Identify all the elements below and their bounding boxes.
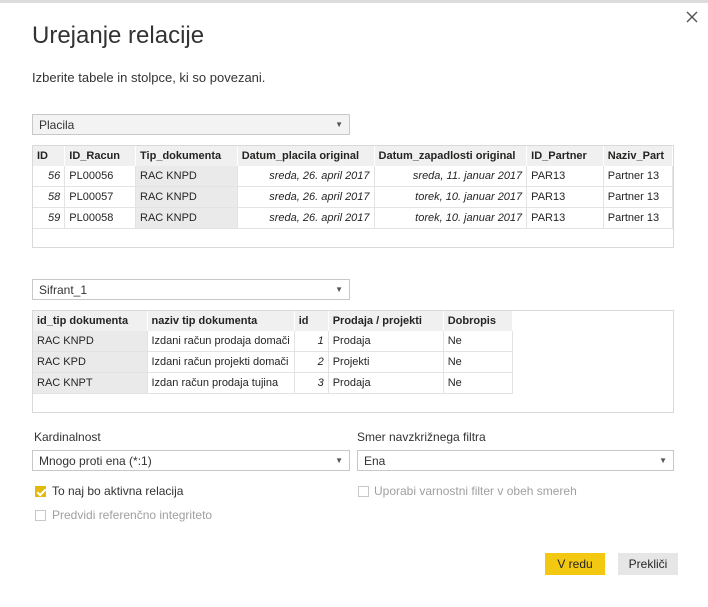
table-cell: RAC KNPD <box>135 186 238 208</box>
table-cell: PL00058 <box>64 207 137 229</box>
table-cell: Projekti <box>328 351 444 373</box>
table-cell: torek, 10. januar 2017 <box>374 207 528 229</box>
table-cell: sreda, 26. april 2017 <box>237 186 375 208</box>
table-cell: torek, 10. januar 2017 <box>374 186 528 208</box>
table-cell: sreda, 11. januar 2017 <box>374 166 528 187</box>
crossfilter-value: Ena <box>364 454 386 468</box>
column-header: Naziv_Part <box>603 146 673 166</box>
column-header: ID_Partner <box>526 146 604 166</box>
security-filter-checkbox[interactable] <box>358 486 369 497</box>
table-row: 58 PL00057 RAC KNPD sreda, 26. april 2017 to… <box>33 186 673 208</box>
table-cell: Ne <box>443 372 513 394</box>
active-relationship-checkbox[interactable] <box>35 486 46 497</box>
table-cell: Prodaja <box>328 331 444 352</box>
column-header: Datum_zapadlosti original <box>374 146 528 166</box>
ok-button[interactable]: V redu <box>545 553 605 575</box>
referential-integrity-checkbox[interactable] <box>35 510 46 521</box>
table-cell: PL00056 <box>64 166 137 187</box>
active-relationship-label[interactable]: To naj bo aktivna relacija <box>52 484 183 498</box>
table-cell: PAR13 <box>526 166 604 187</box>
cancel-button[interactable]: Prekliči <box>618 553 678 575</box>
cardinality-label: Kardinalnost <box>34 430 101 444</box>
table-cell: PL00057 <box>64 186 137 208</box>
column-header: naziv tip dokumenta <box>147 311 295 331</box>
column-header: id_tip dokumenta <box>33 311 148 331</box>
column-header: Dobropis <box>443 311 513 331</box>
column-header: ID_Racun <box>64 146 137 166</box>
table-cell: PAR13 <box>526 186 604 208</box>
table2-grid: id_tip dokumenta naziv tip dokumenta id Pro… <box>33 311 513 394</box>
table2-preview[interactable]: id_tip dokumenta naziv tip dokumenta id Pro… <box>32 310 674 413</box>
chevron-down-icon: ▼ <box>335 120 343 129</box>
table-cell: RAC KPD <box>33 351 148 373</box>
table-cell: 59 <box>33 207 66 229</box>
chevron-down-icon: ▼ <box>659 456 667 465</box>
column-header: Datum_placila original <box>237 146 375 166</box>
table-cell: PAR13 <box>526 207 604 229</box>
crossfilter-select[interactable]: Ena ▼ <box>357 450 674 471</box>
column-header: Tip_dokumenta <box>135 146 238 166</box>
table-cell: 56 <box>33 166 66 187</box>
table1-select[interactable]: Placila ▼ <box>32 114 350 135</box>
table-row: RAC KNPD Izdani račun prodaja domači 1 Prod… <box>33 331 513 352</box>
table1-grid: ID ID_Racun Tip_dokumenta Datum_placila ori… <box>33 146 673 229</box>
column-header: Prodaja / projekti <box>328 311 444 331</box>
table-cell: 58 <box>33 186 66 208</box>
table1-preview[interactable]: ID ID_Racun Tip_dokumenta Datum_placila ori… <box>32 145 674 248</box>
dialog-subtitle: Izberite tabele in stolpce, ki so poveza… <box>32 70 266 85</box>
table-cell: Izdani račun projekti domači <box>147 351 295 373</box>
crossfilter-label: Smer navzkrižnega filtra <box>357 430 486 444</box>
security-filter-label: Uporabi varnostni filter v obeh smereh <box>374 484 577 498</box>
cardinality-select[interactable]: Mnogo proti ena (*:1) ▼ <box>32 450 350 471</box>
table-cell: Izdan račun prodaja tujina <box>147 372 295 394</box>
table-cell: RAC KNPD <box>135 207 238 229</box>
table-cell: Partner 13 <box>603 166 673 187</box>
dialog-title: Urejanje relacije <box>32 22 205 49</box>
table1-select-value: Placila <box>39 118 75 132</box>
table-cell: 2 <box>294 351 329 373</box>
table-cell: sreda, 26. april 2017 <box>237 166 375 187</box>
cardinality-value: Mnogo proti ena (*:1) <box>39 454 152 468</box>
table2-select[interactable]: Sifrant_1 ▼ <box>32 279 350 300</box>
table-cell: 3 <box>294 372 329 394</box>
table-cell: Ne <box>443 331 513 352</box>
column-header: ID <box>33 146 66 166</box>
table-cell: Partner 13 <box>603 207 673 229</box>
table-cell: Ne <box>443 351 513 373</box>
chevron-down-icon: ▼ <box>335 285 343 294</box>
column-header: id <box>294 311 329 331</box>
table-row: 56 PL00056 RAC KNPD sreda, 26. april 2017 sr… <box>33 166 673 187</box>
table-cell: sreda, 26. april 2017 <box>237 207 375 229</box>
top-strip <box>0 0 708 3</box>
table-cell: 1 <box>294 331 329 352</box>
table-cell: Partner 13 <box>603 186 673 208</box>
chevron-down-icon: ▼ <box>335 456 343 465</box>
table-cell: RAC KNPT <box>33 372 148 394</box>
table-cell: RAC KNPD <box>33 331 148 352</box>
table-row: RAC KNPT Izdan račun prodaja tujina 3 Proda… <box>33 372 513 394</box>
close-icon[interactable] <box>683 8 701 26</box>
table2-select-value: Sifrant_1 <box>39 283 88 297</box>
table-row: 59 PL00058 RAC KNPD sreda, 26. april 2017 to… <box>33 207 673 229</box>
referential-integrity-label: Predvidi referenčno integriteto <box>52 508 213 522</box>
table-cell: Izdani račun prodaja domači <box>147 331 295 352</box>
table-row: RAC KPD Izdani račun projekti domači 2 Proj… <box>33 351 513 373</box>
table-cell: RAC KNPD <box>135 166 238 187</box>
table-cell: Prodaja <box>328 372 444 394</box>
